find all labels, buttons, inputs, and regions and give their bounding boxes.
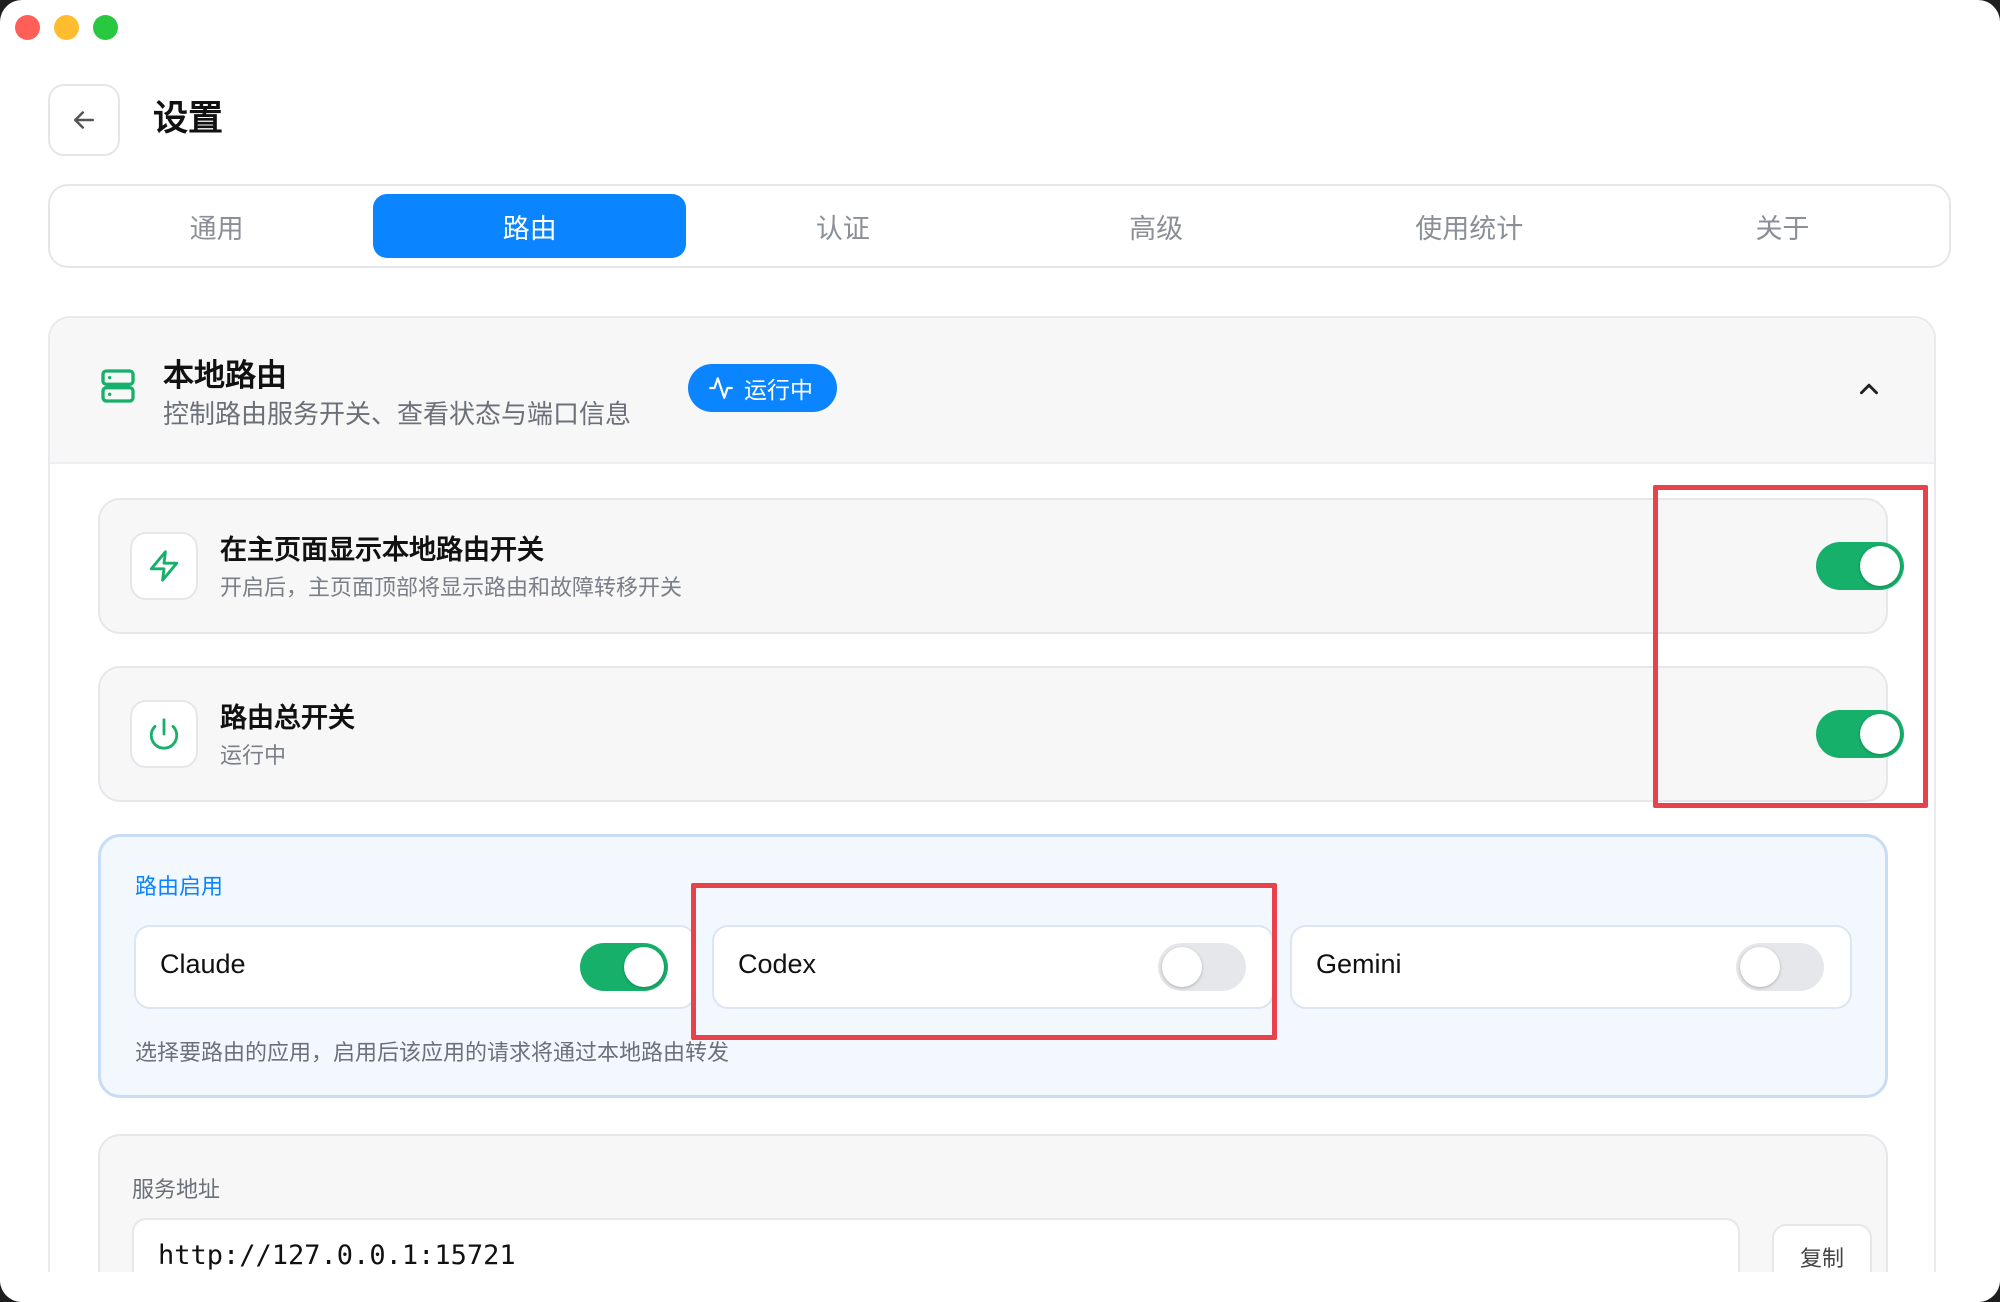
section-title: 本地路由 bbox=[163, 358, 287, 394]
service-address-label: 服务地址 bbox=[132, 1178, 221, 1203]
gemini-toggle[interactable] bbox=[1736, 943, 1824, 991]
close-window-button[interactable] bbox=[15, 15, 40, 40]
section-header[interactable]: 本地路由 控制路由服务开关、查看状态与端口信息 运行中 bbox=[50, 318, 1934, 464]
settings-window: 设置 通用 路由 认证 高级 使用统计 关于 本地路由 控制路由服务开关、查看状… bbox=[0, 0, 2000, 1302]
minimize-window-button[interactable] bbox=[54, 15, 79, 40]
claude-toggle[interactable] bbox=[580, 943, 668, 991]
tab-advanced[interactable]: 高级 bbox=[1000, 194, 1313, 258]
arrow-left-icon bbox=[74, 111, 94, 129]
window-controls bbox=[15, 15, 118, 40]
back-button[interactable] bbox=[48, 84, 120, 156]
card-icon-box bbox=[130, 532, 198, 600]
window-bottom-edge bbox=[0, 1272, 2000, 1302]
tab-about[interactable]: 关于 bbox=[1626, 194, 1939, 258]
setting-description: 运行中 bbox=[220, 744, 287, 769]
app-card-claude: Claude bbox=[134, 925, 696, 1009]
service-address-value: http://127.0.0.1:15721 bbox=[158, 1240, 516, 1271]
setting-title: 路由总开关 bbox=[220, 703, 355, 734]
chevron-up-icon[interactable] bbox=[1854, 374, 1884, 404]
app-card-gemini: Gemini bbox=[1290, 925, 1852, 1009]
tab-routing[interactable]: 路由 bbox=[373, 194, 687, 258]
server-icon bbox=[101, 369, 135, 403]
lightning-icon bbox=[149, 550, 179, 582]
tab-general[interactable]: 通用 bbox=[60, 194, 373, 258]
power-icon bbox=[149, 718, 179, 750]
activity-icon bbox=[709, 377, 733, 399]
routing-enable-label: 路由启用 bbox=[135, 875, 224, 900]
settings-tabs: 通用 路由 认证 高级 使用统计 关于 bbox=[48, 184, 1951, 268]
codex-toggle[interactable] bbox=[1158, 943, 1246, 991]
show-routing-toggle-card: 在主页面显示本地路由开关 开启后，主页面顶部将显示路由和故障转移开关 bbox=[98, 498, 1904, 634]
local-routing-section: 本地路由 控制路由服务开关、查看状态与端口信息 运行中 在主页面显示本地路由开关… bbox=[48, 316, 1936, 1302]
routing-note: 选择要路由的应用，启用后该应用的请求将通过本地路由转发 bbox=[135, 1041, 730, 1066]
show-routing-toggle[interactable] bbox=[1816, 542, 1904, 590]
routing-master-toggle[interactable] bbox=[1816, 710, 1904, 758]
section-description: 控制路由服务开关、查看状态与端口信息 bbox=[163, 400, 632, 430]
page-title: 设置 bbox=[153, 99, 224, 139]
status-badge: 运行中 bbox=[688, 364, 837, 412]
routing-master-card: 路由总开关 运行中 bbox=[98, 666, 1904, 802]
tab-auth[interactable]: 认证 bbox=[686, 194, 999, 258]
setting-title: 在主页面显示本地路由开关 bbox=[220, 535, 544, 566]
app-card-codex: Codex bbox=[712, 925, 1274, 1009]
status-text: 运行中 bbox=[744, 378, 813, 404]
setting-description: 开启后，主页面顶部将显示路由和故障转移开关 bbox=[220, 576, 683, 601]
app-name: Claude bbox=[160, 949, 246, 979]
tab-usage-stats[interactable]: 使用统计 bbox=[1313, 194, 1626, 258]
maximize-window-button[interactable] bbox=[93, 15, 118, 40]
card-icon-box bbox=[130, 700, 198, 768]
app-name: Gemini bbox=[1316, 949, 1402, 979]
app-name: Codex bbox=[738, 949, 817, 979]
routing-enable-panel: 路由启用 Claude Codex Gemini 选择要路由的应用，启用后该应用… bbox=[98, 834, 1888, 1098]
